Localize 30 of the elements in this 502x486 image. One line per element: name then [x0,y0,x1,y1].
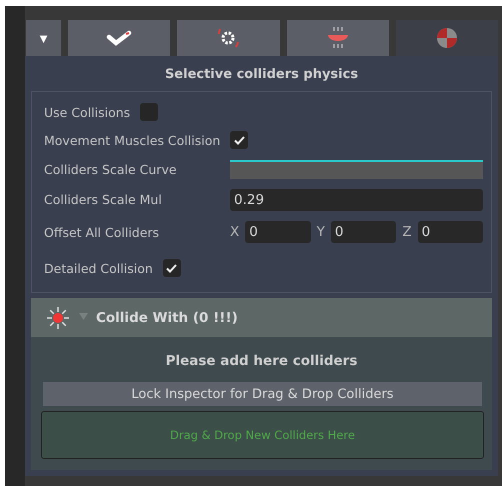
axis-label: Z [402,224,412,240]
section-title: Selective colliders physics [164,66,360,84]
checkmark-icon [106,30,132,46]
input-field[interactable]: 0 [330,221,396,243]
checkbox[interactable] [162,259,181,277]
checkbox[interactable] [140,103,158,121]
field-label: Colliders Scale Curve [44,162,178,177]
dropdown-button[interactable]: ▼ [26,20,61,56]
info-message: Please add here colliders [164,352,358,371]
field-label: Detailed Collision [44,260,153,276]
input-field[interactable]: 0 [418,221,484,243]
field-label: Movement Muscles Collision [44,132,220,148]
checkmark-icon [234,136,245,144]
field-label: Offset All Colliders [44,224,160,240]
tab[interactable] [68,20,170,56]
field-label: Colliders Scale Mul [44,192,163,207]
sphere-icon [434,26,459,50]
group-title: Collide With (0 !!!) [96,310,238,326]
checkmark-icon [166,264,178,272]
lock-inspector-button[interactable]: Lock Inspector for Drag & Drop Colliders [43,382,482,406]
input-field[interactable]: 0.29 [230,188,483,210]
input-field[interactable]: 0 [245,221,311,243]
checkbox[interactable] [230,131,248,149]
axis-label: X [230,224,240,240]
field-label: Use Collisions [44,104,130,120]
group-header[interactable]: Collide With (0 !!!) [31,298,492,337]
collider-icon [45,304,71,330]
tab[interactable] [396,20,498,56]
curve-field[interactable] [230,160,483,179]
axis-label: Y [316,224,325,240]
